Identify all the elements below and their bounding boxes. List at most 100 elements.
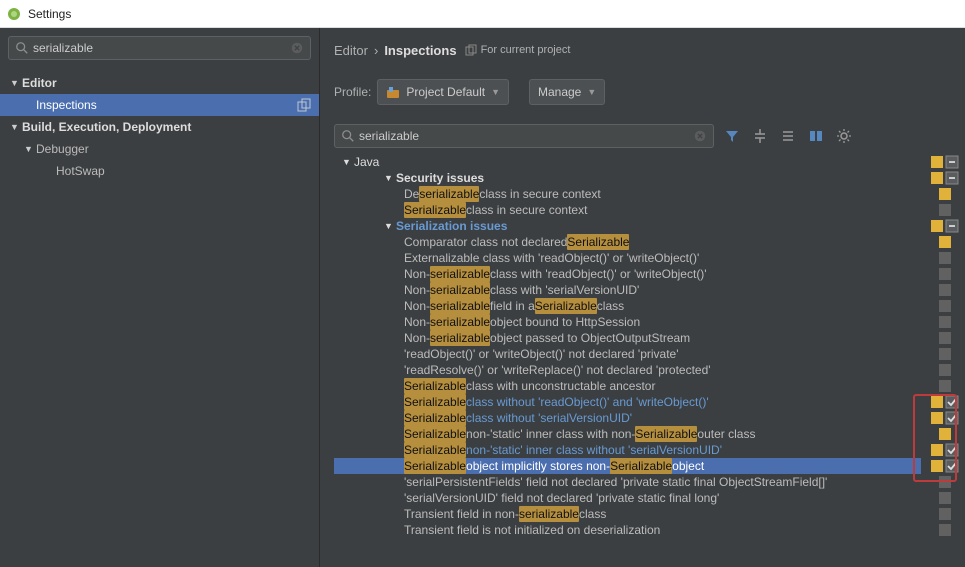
content: Editor › Inspections For current project… [320, 28, 965, 567]
severity-indicator [939, 348, 951, 360]
inspection-item[interactable]: Transient field in non-serializable clas… [334, 506, 921, 522]
diff-icon[interactable] [808, 128, 824, 144]
severity-indicator [939, 252, 951, 264]
severity-indicator [939, 492, 951, 504]
gutter-row [925, 154, 965, 170]
inspection-item[interactable]: Comparator class not declared Serializab… [334, 234, 921, 250]
gutter-row [925, 202, 965, 218]
inspection-group[interactable]: ▼Security issues [334, 170, 921, 186]
checkbox-checked-icon[interactable] [945, 395, 959, 409]
inspection-group[interactable]: ▼Serialization issues [334, 218, 921, 234]
inspection-item[interactable]: 'serialPersistentFields' field not decla… [334, 474, 921, 490]
sidebar-item-inspections[interactable]: Inspections [0, 94, 319, 116]
inspection-item[interactable]: Serializable object implicitly stores no… [334, 458, 921, 474]
gutter-row [925, 186, 965, 202]
inspections-search-input[interactable] [355, 129, 693, 143]
gutter-row [925, 170, 965, 186]
search-icon [15, 41, 29, 55]
inspection-item[interactable]: Serializable class in secure context [334, 202, 921, 218]
sidebar-item-debugger[interactable]: ▼Debugger [0, 138, 319, 160]
gutter-row [925, 346, 965, 362]
gutter-row [925, 314, 965, 330]
inspection-item[interactable]: Serializable class with unconstructable … [334, 378, 921, 394]
severity-indicator [939, 524, 951, 536]
gutter-row [925, 442, 965, 458]
titlebar: Settings [0, 0, 965, 28]
profile-label: Profile: [334, 85, 371, 99]
checkbox-mixed-icon[interactable] [945, 171, 959, 185]
expand-all-icon[interactable] [752, 128, 768, 144]
gutter-row [925, 410, 965, 426]
sidebar-item-hotswap[interactable]: HotSwap [0, 160, 319, 182]
profile-select[interactable]: Project Default ▼ [377, 79, 509, 105]
inspection-item[interactable]: Non-serializable class with 'serialVersi… [334, 282, 921, 298]
severity-indicator [931, 412, 943, 424]
sidebar-search[interactable] [8, 36, 311, 60]
inspection-group-java[interactable]: ▼Java [334, 154, 921, 170]
severity-indicator [939, 428, 951, 440]
checkbox-checked-icon[interactable] [945, 459, 959, 473]
profile-icon [386, 85, 400, 99]
inspections-search[interactable] [334, 124, 714, 148]
gutter-row [925, 506, 965, 522]
severity-indicator [939, 268, 951, 280]
severity-indicator [939, 188, 951, 200]
manage-button[interactable]: Manage ▼ [529, 79, 605, 105]
checkbox-checked-icon[interactable] [945, 443, 959, 457]
inspection-item[interactable]: Deserializable class in secure context [334, 186, 921, 202]
severity-indicator [931, 444, 943, 456]
gutter-row [925, 218, 965, 234]
breadcrumb-sub: Inspections [384, 43, 456, 58]
checkbox-mixed-icon[interactable] [945, 219, 959, 233]
sidebar-item-build-execution-deployment[interactable]: ▼Build, Execution, Deployment [0, 116, 319, 138]
sidebar-search-input[interactable] [29, 41, 290, 55]
severity-indicator [931, 460, 943, 472]
severity-indicator [939, 284, 951, 296]
severity-indicator [939, 332, 951, 344]
inspection-item[interactable]: Non-serializable field in a Serializable… [334, 298, 921, 314]
inspection-item[interactable]: Serializable class without 'readObject()… [334, 394, 921, 410]
inspection-item[interactable]: 'serialVersionUID' field not declared 'p… [334, 490, 921, 506]
gutter-row [925, 426, 965, 442]
caret-down-icon: ▼ [491, 87, 500, 97]
severity-indicator [939, 364, 951, 376]
severity-indicator [931, 220, 943, 232]
inspection-item[interactable]: Non-serializable object bound to HttpSes… [334, 314, 921, 330]
gutter-row [925, 250, 965, 266]
checkbox-mixed-icon[interactable] [945, 155, 959, 169]
severity-indicator [939, 236, 951, 248]
severity-indicator [931, 396, 943, 408]
inspection-item[interactable]: Serializable non-'static' inner class wi… [334, 442, 921, 458]
filter-icon[interactable] [724, 128, 740, 144]
gutter-row [925, 378, 965, 394]
profile-bar: Profile: Project Default ▼ Manage ▼ [320, 72, 965, 112]
gutter-row [925, 522, 965, 538]
severity-indicator [939, 300, 951, 312]
gutter-row [925, 266, 965, 282]
inspection-item[interactable]: Non-serializable object passed to Object… [334, 330, 921, 346]
search-icon [341, 129, 355, 143]
severity-indicator [939, 204, 951, 216]
inspection-item[interactable]: Externalizable class with 'readObject()'… [334, 250, 921, 266]
severity-indicator [939, 476, 951, 488]
app-icon [6, 6, 22, 22]
copy-icon [465, 44, 477, 56]
clear-icon[interactable] [693, 129, 707, 143]
inspection-item[interactable]: Serializable non-'static' inner class wi… [334, 426, 921, 442]
sidebar-item-editor[interactable]: ▼Editor [0, 72, 319, 94]
inspection-item[interactable]: 'readObject()' or 'writeObject()' not de… [334, 346, 921, 362]
gear-icon[interactable] [836, 128, 852, 144]
gutter-row [925, 474, 965, 490]
clear-icon[interactable] [290, 41, 304, 55]
gutter-row [925, 394, 965, 410]
breadcrumb-section: Editor [334, 43, 368, 58]
gutter-row [925, 298, 965, 314]
inspection-item[interactable]: Transient field is not initialized on de… [334, 522, 921, 538]
inspection-item[interactable]: Serializable class without 'serialVersio… [334, 410, 921, 426]
breadcrumb: Editor › Inspections For current project [320, 28, 965, 72]
checkbox-checked-icon[interactable] [945, 411, 959, 425]
gutter-row [925, 362, 965, 378]
inspection-item[interactable]: 'readResolve()' or 'writeReplace()' not … [334, 362, 921, 378]
collapse-all-icon[interactable] [780, 128, 796, 144]
inspection-item[interactable]: Non-serializable class with 'readObject(… [334, 266, 921, 282]
